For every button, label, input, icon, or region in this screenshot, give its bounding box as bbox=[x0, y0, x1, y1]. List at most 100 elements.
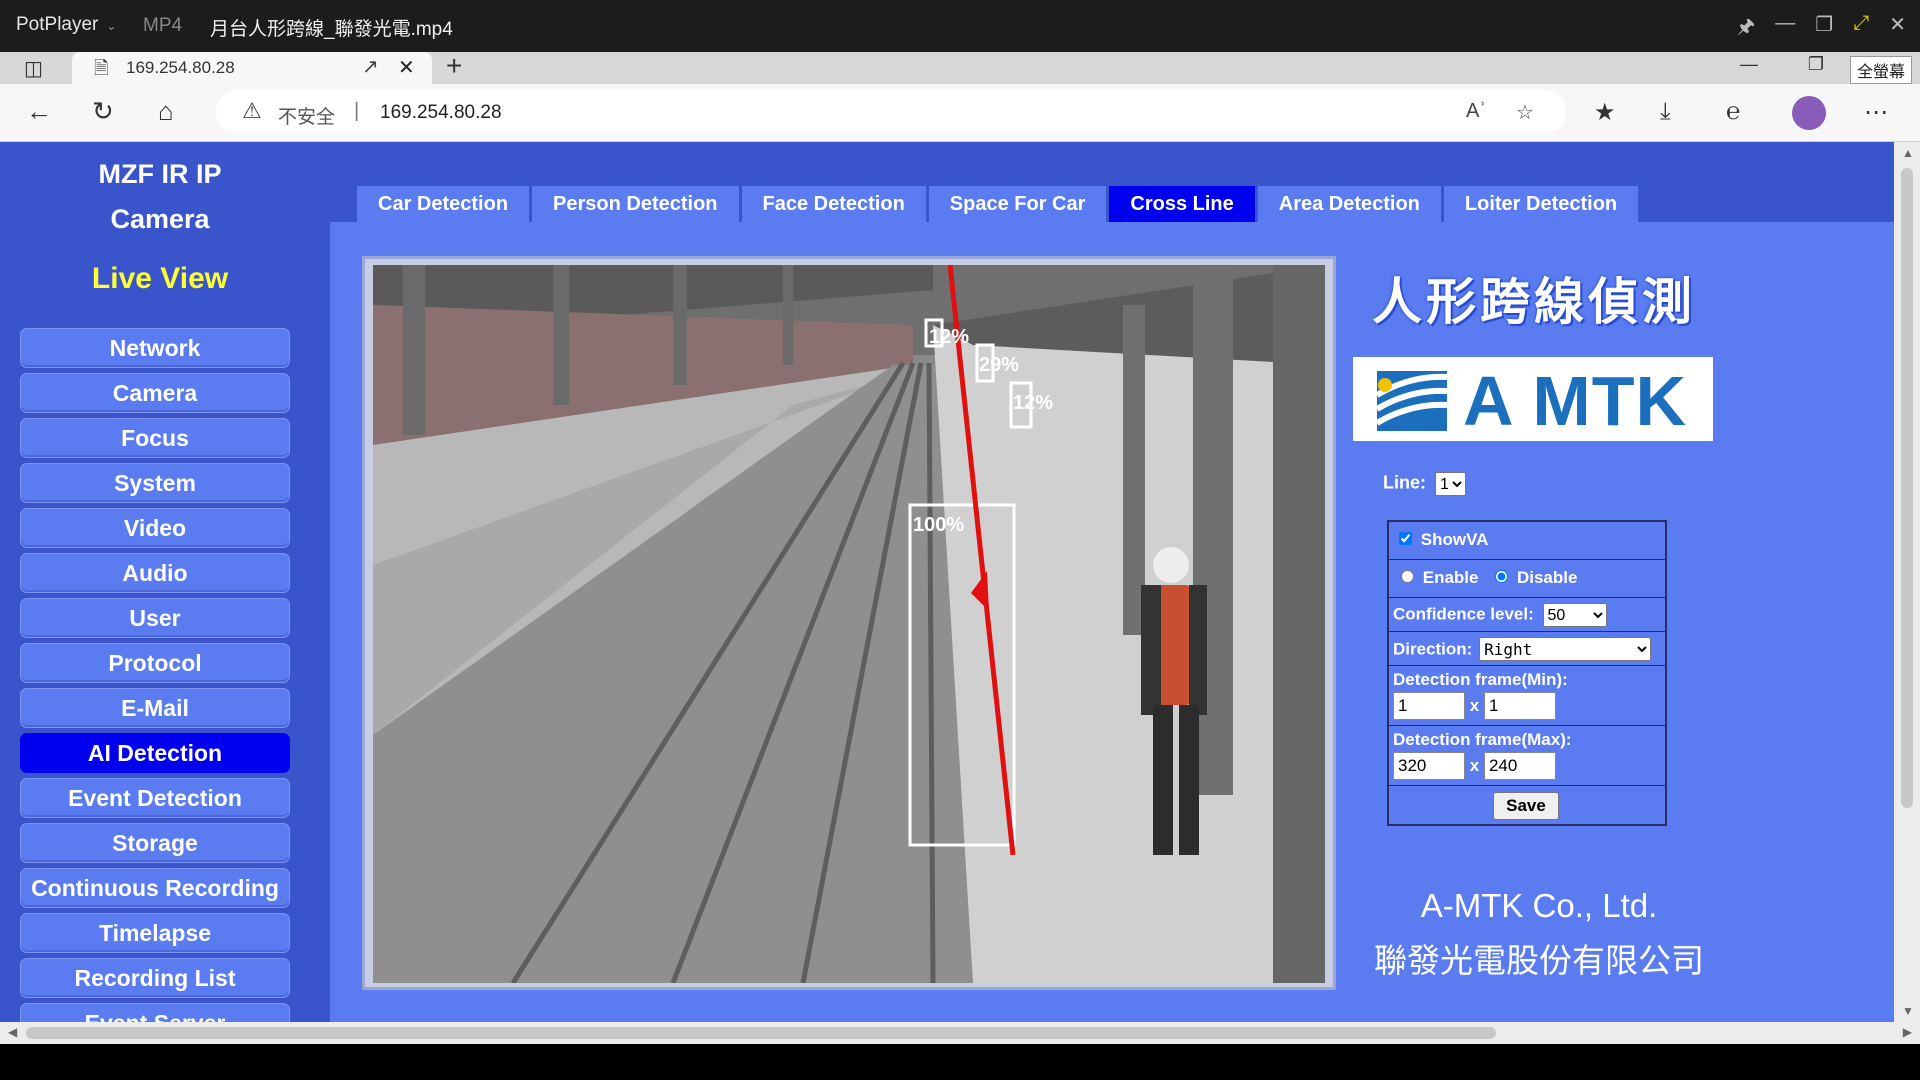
brand-line2: Camera bbox=[110, 204, 210, 234]
live-video[interactable]: 12% 29% 12% 100% bbox=[373, 265, 1325, 983]
sidebar-item-email[interactable]: E-Mail bbox=[20, 688, 290, 728]
company-name-en: A-MTK Co., Ltd. bbox=[1420, 887, 1658, 924]
close-tab-icon[interactable]: ✕ bbox=[398, 55, 415, 80]
tab-face-detection[interactable]: Face Detection bbox=[741, 186, 926, 222]
brand-line1: MZF IR IP bbox=[98, 159, 222, 189]
sidebar-item-ai-detection[interactable]: AI Detection bbox=[20, 733, 290, 773]
player-app-name: PotPlayer bbox=[16, 14, 99, 35]
enable-radio[interactable] bbox=[1401, 570, 1414, 583]
confidence-label: Confidence level: bbox=[1393, 604, 1534, 624]
sidebar-item-video[interactable]: Video bbox=[20, 508, 290, 548]
company-name-cn: 聯發光電股份有限公司 bbox=[1374, 942, 1704, 979]
scroll-right-icon[interactable]: ▶ bbox=[1903, 1025, 1912, 1039]
warning-icon[interactable]: ⚠ bbox=[242, 98, 262, 124]
sidebar-item-protocol[interactable]: Protocol bbox=[20, 643, 290, 683]
back-icon[interactable]: ← bbox=[26, 96, 52, 127]
tab-actions-icon[interactable]: ◫ bbox=[24, 56, 43, 81]
tab-loiter-detection[interactable]: Loiter Detection bbox=[1443, 186, 1639, 222]
disable-radio[interactable] bbox=[1495, 570, 1509, 583]
minimize-icon[interactable]: — bbox=[1775, 12, 1795, 46]
brand-title: MZF IR IP Camera bbox=[20, 152, 300, 242]
sidebar-item-system[interactable]: System bbox=[20, 463, 290, 503]
download-icon[interactable]: ⤓ bbox=[1660, 98, 1671, 126]
sidebar-item-storage[interactable]: Storage bbox=[20, 823, 290, 863]
more-icon[interactable]: ⋯ bbox=[1864, 98, 1888, 127]
company-name: A-MTK Co., Ltd. 聯發光電股份有限公司 bbox=[1354, 878, 1724, 988]
max-frame-label: Detection frame(Max): bbox=[1393, 730, 1572, 749]
showva-row: ShowVA bbox=[1389, 522, 1665, 560]
restore-icon[interactable]: ❐ bbox=[1815, 12, 1833, 46]
sidebar-item-network[interactable]: Network bbox=[20, 328, 290, 368]
min-height-input[interactable] bbox=[1483, 692, 1556, 720]
tab-person-detection[interactable]: Person Detection bbox=[532, 186, 739, 222]
sidebar-item-focus[interactable]: Focus bbox=[20, 418, 290, 458]
tab-car-detection[interactable]: Car Detection bbox=[357, 186, 530, 222]
address-bar: ← ↻ ⌂ ⚠ 不安全 | 169.254.80.28 Aʾ ☆ ★ ⤓ ℮ ⋯ bbox=[0, 84, 1920, 142]
sidebar-item-recording-list[interactable]: Recording List bbox=[20, 958, 290, 998]
insecure-label: 不安全 bbox=[278, 107, 336, 128]
sidebar-item-camera[interactable]: Camera bbox=[20, 373, 290, 413]
add-favorite-icon[interactable]: ☆ bbox=[1516, 100, 1534, 125]
pin-icon[interactable]: 🖈 bbox=[1737, 12, 1756, 46]
close-icon[interactable]: ✕ bbox=[1889, 12, 1906, 46]
sidebar-item-user[interactable]: User bbox=[20, 598, 290, 638]
profile-avatar[interactable] bbox=[1792, 96, 1826, 130]
mouse-cursor-icon: ↗ bbox=[362, 56, 379, 78]
sidebar-item-timelapse[interactable]: Timelapse bbox=[20, 913, 290, 953]
url-separator: | bbox=[354, 100, 360, 122]
vertical-scrollbar[interactable]: ▲ ▼ bbox=[1894, 142, 1920, 1022]
sidebar-item-continuous-recording[interactable]: Continuous Recording bbox=[20, 868, 290, 908]
showva-checkbox[interactable] bbox=[1399, 532, 1412, 545]
sidebar-item-event-detection[interactable]: Event Detection bbox=[20, 778, 290, 818]
confidence-select[interactable]: 50 bbox=[1542, 603, 1607, 627]
line-label: Line: bbox=[1383, 472, 1426, 493]
min-frame-label: Detection frame(Min): bbox=[1393, 670, 1568, 689]
scroll-left-icon[interactable]: ◀ bbox=[8, 1025, 17, 1039]
read-aloud-icon[interactable]: Aʾ bbox=[1466, 100, 1486, 123]
player-menu[interactable]: PotPlayer ⌄ bbox=[16, 14, 116, 36]
fullscreen-tooltip: 全螢幕 bbox=[1849, 56, 1912, 84]
player-bottom-bar bbox=[0, 1044, 1920, 1080]
scroll-up-icon[interactable]: ▲ bbox=[1902, 146, 1914, 160]
line-select[interactable]: 1 bbox=[1435, 472, 1467, 496]
player-titlebar: PotPlayer ⌄ MP4 月台人形跨線_聯發光電.mp4 🖈 — ❐ ⤢ ✕ bbox=[0, 0, 1920, 52]
sidebar-item-audio[interactable]: Audio bbox=[20, 553, 290, 593]
direction-select[interactable]: Right bbox=[1479, 637, 1652, 661]
tab-space-for-car[interactable]: Space For Car bbox=[928, 186, 1107, 222]
edge-icon[interactable]: ℮ bbox=[1726, 98, 1740, 126]
confidence-row: Confidence level: 50 bbox=[1389, 598, 1665, 632]
max-times: x bbox=[1469, 756, 1480, 775]
window-minimize-icon[interactable]: — bbox=[1740, 54, 1758, 75]
url-field[interactable]: ⚠ 不安全 | 169.254.80.28 Aʾ ☆ bbox=[216, 90, 1566, 134]
browser-tabstrip: ◫ 🗎 169.254.80.28 ↗ ✕ + — ❐ 全螢幕 bbox=[0, 50, 1920, 84]
home-icon[interactable]: ⌂ bbox=[158, 96, 174, 127]
live-view-link[interactable]: Live View bbox=[20, 262, 300, 296]
max-width-input[interactable] bbox=[1393, 752, 1465, 780]
showva-label: ShowVA bbox=[1420, 530, 1489, 549]
cross-line-settings: ShowVA Enable Disable Confidence level: … bbox=[1387, 520, 1667, 826]
new-tab-icon[interactable]: + bbox=[446, 50, 462, 82]
player-format: MP4 bbox=[143, 15, 183, 36]
detection-tabs: Car Detection Person Detection Face Dete… bbox=[357, 186, 1639, 222]
tab-area-detection[interactable]: Area Detection bbox=[1257, 186, 1441, 222]
save-button[interactable]: Save bbox=[1493, 792, 1559, 820]
enable-label: Enable bbox=[1422, 568, 1479, 587]
horizontal-scroll-thumb[interactable] bbox=[26, 1027, 1496, 1039]
disable-label: Disable bbox=[1516, 568, 1578, 587]
vertical-scroll-thumb[interactable] bbox=[1901, 168, 1913, 808]
window-restore-icon[interactable]: ❐ bbox=[1808, 54, 1824, 75]
horizontal-scrollbar[interactable]: ◀ ▶ bbox=[0, 1022, 1920, 1044]
min-width-input[interactable] bbox=[1393, 692, 1465, 720]
reload-icon[interactable]: ↻ bbox=[92, 96, 114, 127]
favorites-icon[interactable]: ★ bbox=[1594, 98, 1616, 127]
sidebar-item-event-server[interactable]: Event Server bbox=[20, 1003, 290, 1022]
scroll-down-icon[interactable]: ▼ bbox=[1902, 1004, 1914, 1018]
player-filename: 月台人形跨線_聯發光電.mp4 bbox=[210, 19, 453, 40]
max-height-input[interactable] bbox=[1483, 752, 1556, 780]
logo-text: A MTK bbox=[1463, 362, 1688, 440]
logo-mark-icon bbox=[1375, 371, 1448, 431]
browser-tab[interactable]: 🗎 169.254.80.28 ↗ ✕ bbox=[72, 52, 432, 84]
tab-title: 169.254.80.28 bbox=[126, 58, 235, 77]
tab-cross-line[interactable]: Cross Line bbox=[1109, 186, 1255, 222]
fullscreen-icon[interactable]: ⤢ bbox=[1853, 12, 1869, 46]
